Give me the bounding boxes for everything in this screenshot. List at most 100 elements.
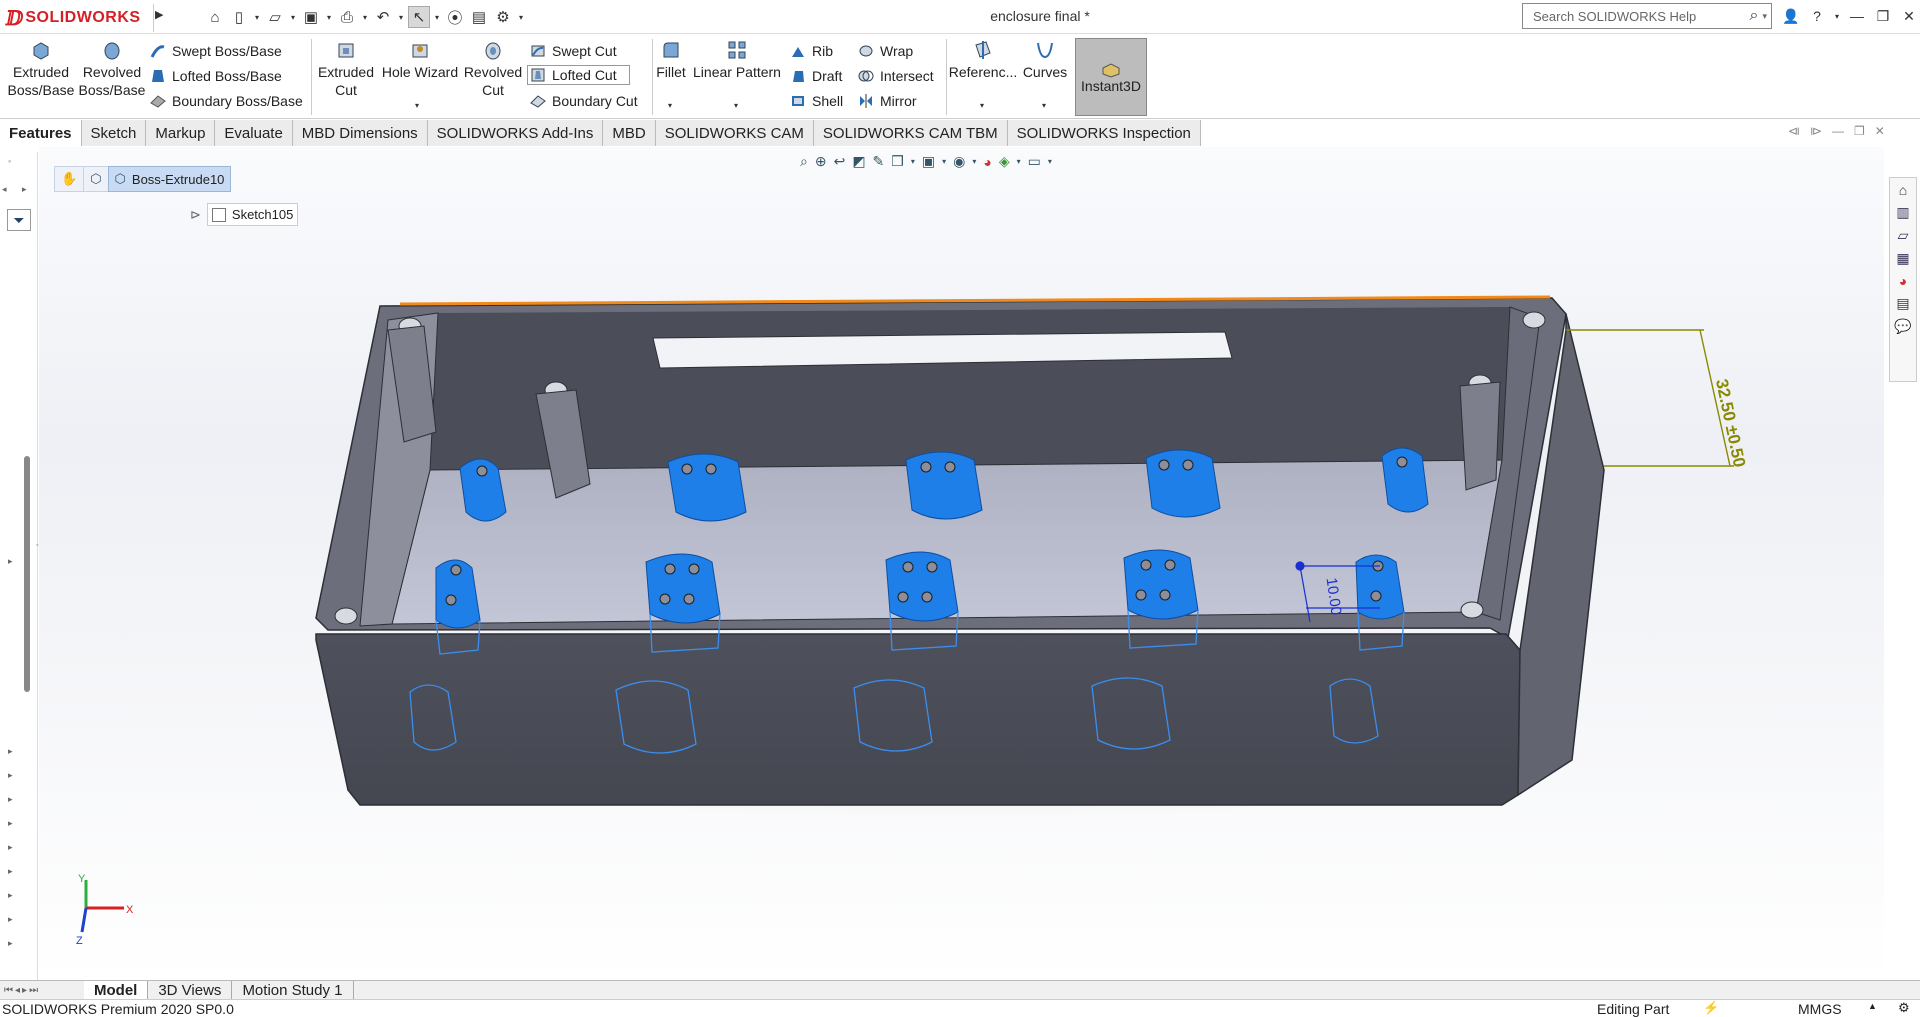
panel-collapse-icon[interactable]: ◦ <box>8 156 11 166</box>
file-explorer-icon[interactable]: ▱ <box>1898 227 1909 244</box>
hide-show-items-icon[interactable]: ◉ <box>953 153 965 170</box>
tab-mbd-dimensions[interactable]: MBD Dimensions <box>292 120 428 146</box>
intersect-button[interactable]: Intersect <box>858 68 934 84</box>
view-settings-icon[interactable]: ▭ <box>1028 153 1041 170</box>
design-library-icon[interactable]: ▥ <box>1896 204 1909 221</box>
apply-scene-dropdown-icon[interactable]: ▾ <box>1017 157 1021 166</box>
solidworks-resources-icon[interactable]: ⌂ <box>1899 182 1907 198</box>
print-dropdown-icon[interactable]: ▾ <box>360 13 370 22</box>
breadcrumb-sketch[interactable]: ⊳ Sketch105 <box>190 203 299 226</box>
tab-markup[interactable]: Markup <box>146 120 216 146</box>
expand-arrow-icon[interactable]: ▸ <box>8 556 13 567</box>
last-tab-icon[interactable]: ⏭ <box>29 985 38 996</box>
hide-show-dropdown-icon[interactable]: ▾ <box>972 157 976 166</box>
tab-mbd[interactable]: MBD <box>603 120 656 146</box>
doc-restore-icon[interactable]: ❐ <box>1854 124 1865 138</box>
curves-button[interactable]: Curves <box>1020 39 1070 81</box>
minimize-icon[interactable]: — <box>1846 4 1868 28</box>
help-dropdown-icon[interactable]: ▾ <box>1832 4 1842 28</box>
doc-minimize-icon[interactable]: — <box>1832 124 1844 138</box>
display-style-dropdown-icon[interactable]: ▾ <box>942 157 946 166</box>
breadcrumb-body-icon[interactable]: ⬡ <box>83 166 109 192</box>
tab-solidworks-inspection[interactable]: SOLIDWORKS Inspection <box>1007 120 1201 146</box>
options-dropdown-icon[interactable]: ▾ <box>516 13 526 22</box>
options-gear-icon[interactable]: ⚙ <box>492 6 514 28</box>
forum-icon[interactable]: 💬 <box>1894 318 1911 335</box>
prev-tab-icon[interactable]: ◂ <box>15 985 20 996</box>
sketch-node-box[interactable]: Sketch105 <box>206 203 299 226</box>
expand-arrow-icon[interactable]: ▸ <box>8 818 13 829</box>
custom-properties-icon[interactable]: ▤ <box>1896 295 1909 312</box>
expand-arrow-icon[interactable]: ▸ <box>8 842 13 853</box>
help-icon[interactable]: ? <box>1806 4 1828 28</box>
tab-sketch[interactable]: Sketch <box>81 120 147 146</box>
collapse-right-icon[interactable]: ⧐ <box>1810 124 1822 138</box>
close-icon[interactable]: ✕ <box>1898 4 1920 28</box>
hole-wizard-dropdown-icon[interactable]: ▾ <box>415 101 419 110</box>
next-tab-icon[interactable]: ▸ <box>22 985 27 996</box>
graphics-area[interactable]: 32.50 ±0.50 10.00 Y X Z ⌕ ⊕ ↩ ◩ ✎ ❒ ▾ ▣ … <box>39 147 1884 980</box>
tab-solidworks-add-ins[interactable]: SOLIDWORKS Add-Ins <box>427 120 604 146</box>
expand-arrow-icon[interactable]: ▸ <box>8 746 13 757</box>
user-account-icon[interactable]: 👤 <box>1780 4 1802 28</box>
expand-arrow-icon[interactable]: ▸ <box>8 890 13 901</box>
solidworks-logo[interactable]: ⅅ SOLIDWORKS <box>6 4 154 32</box>
menu-expand-arrow-icon[interactable]: ▶ <box>155 8 165 26</box>
expand-arrow-icon[interactable]: ▸ <box>8 794 13 805</box>
tab-3d-views[interactable]: 3D Views <box>148 980 233 1000</box>
view-palette-icon[interactable]: ▦ <box>1896 250 1909 267</box>
restore-icon[interactable]: ❐ <box>1872 4 1894 28</box>
zoom-to-fit-icon[interactable]: ⌕ <box>800 153 808 170</box>
apply-scene-icon[interactable]: ◈ <box>999 153 1010 170</box>
undo-icon[interactable]: ↶ <box>372 6 394 28</box>
new-document-icon[interactable]: ▯ <box>228 6 250 28</box>
expand-arrow-icon[interactable]: ▸ <box>8 914 13 925</box>
save-dropdown-icon[interactable]: ▾ <box>324 13 334 22</box>
doc-close-icon[interactable]: ✕ <box>1875 124 1885 138</box>
dynamic-annotation-icon[interactable]: ✎ <box>873 153 885 170</box>
select-dropdown-icon[interactable]: ▾ <box>432 13 442 22</box>
new-dropdown-icon[interactable]: ▾ <box>252 13 262 22</box>
height-dimension-label[interactable]: 32.50 ±0.50 <box>1712 377 1749 469</box>
collapse-left-icon[interactable]: ⧏ <box>1788 124 1800 138</box>
open-folder-icon[interactable]: ▱ <box>264 6 286 28</box>
tab-solidworks-cam[interactable]: SOLIDWORKS CAM <box>655 120 814 146</box>
expand-arrow-icon[interactable]: ▸ <box>8 770 13 781</box>
section-view-icon[interactable]: ◩ <box>852 153 865 170</box>
zoom-to-area-icon[interactable]: ⊕ <box>815 153 827 170</box>
fillet-dropdown-icon[interactable]: ▾ <box>668 101 672 110</box>
extruded-boss-button[interactable]: Extruded Boss/Base <box>8 39 74 99</box>
panel-splitter-icon[interactable]: ◦ <box>36 542 38 549</box>
edit-appearance-icon[interactable]: ◕ <box>983 154 991 170</box>
boundary-cut-button[interactable]: Boundary Cut <box>530 93 638 109</box>
swept-boss-button[interactable]: Swept Boss/Base <box>150 43 282 59</box>
appearances-icon[interactable]: ◕ <box>1899 273 1907 289</box>
mirror-button[interactable]: Mirror <box>858 93 917 109</box>
extruded-cut-button[interactable]: Extruded Cut <box>316 39 376 99</box>
home-icon[interactable]: ⌂ <box>204 6 226 28</box>
rebuild-indicator-icon[interactable]: ⚡ <box>1703 1000 1719 1016</box>
display-style-icon[interactable]: ▣ <box>922 153 935 170</box>
view-settings-dropdown-icon[interactable]: ▾ <box>1048 157 1052 166</box>
search-icon[interactable]: ⌕ <box>1750 7 1759 25</box>
rebuild-traffic-light-icon[interactable]: ⦿ <box>444 6 466 28</box>
wrap-button[interactable]: Wrap <box>858 43 913 59</box>
breadcrumb-feature[interactable]: ⬡ Boss-Extrude10 <box>107 166 232 192</box>
revolved-cut-button[interactable]: Revolved Cut <box>462 39 524 99</box>
open-dropdown-icon[interactable]: ▾ <box>288 13 298 22</box>
search-dropdown-icon[interactable]: ▾ <box>1762 11 1767 22</box>
lofted-cut-button[interactable]: Lofted Cut <box>527 65 630 85</box>
swept-cut-button[interactable]: Swept Cut <box>530 43 617 59</box>
boundary-boss-button[interactable]: Boundary Boss/Base <box>150 93 303 109</box>
linear-pattern-dropdown-icon[interactable]: ▾ <box>734 101 738 110</box>
draft-button[interactable]: Draft <box>790 68 842 84</box>
rib-button[interactable]: Rib <box>790 43 833 59</box>
panel-prev-icon[interactable]: ◂ <box>2 184 7 195</box>
save-icon[interactable]: ▣ <box>300 6 322 28</box>
units-selector[interactable]: MMGS <box>1798 1001 1842 1017</box>
file-properties-icon[interactable]: ▤ <box>468 6 490 28</box>
help-search-input[interactable]: Search SOLIDWORKS Help <box>1533 9 1750 24</box>
expand-arrow-icon[interactable]: ▸ <box>8 866 13 877</box>
panel-scrollbar[interactable] <box>24 456 30 692</box>
hole-wizard-button[interactable]: Hole Wizard <box>380 39 460 81</box>
